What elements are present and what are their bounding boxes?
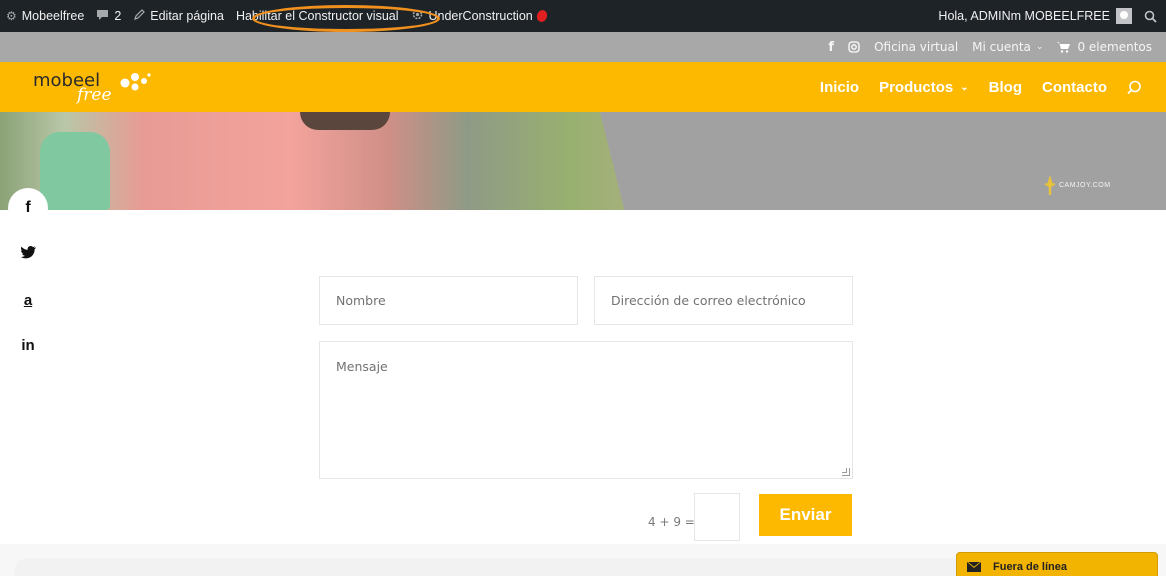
my-account-label: Mi cuenta [972,40,1031,54]
site-name-label: Mobeelfree [21,9,85,23]
site-logo[interactable]: mobeel free [33,68,153,106]
captcha-question: 4 + 9 = [648,515,695,529]
nav-search-button[interactable] [1127,80,1142,95]
chevron-down-icon: ⌄ [960,81,969,93]
chevron-down-icon: ⌄ [1035,42,1044,52]
cart-link[interactable]: 0 elementos [1057,40,1152,54]
nav-productos-label: Productos [879,78,954,96]
comments-count: 2 [114,9,122,23]
social-linkedin-button[interactable]: in [8,325,48,365]
comment-icon [96,9,109,24]
logo-script: free [77,85,112,105]
facebook-icon: f [25,199,31,216]
email-field[interactable]: Dirección de correo electrónico [594,276,853,325]
instagram-icon [848,41,860,53]
hero-photo [0,112,648,210]
social-twitter-button[interactable] [8,232,48,272]
under-construction-label: UnderConstruction [428,9,533,23]
main-nav: Inicio Productos ⌄ Blog Contacto [820,62,1142,112]
comments-link[interactable]: 2 [90,0,127,32]
logo-dots-icon [120,73,151,91]
site-name-link[interactable]: ⚙ Mobeelfree [0,0,90,32]
email-placeholder: Dirección de correo electrónico [611,293,806,308]
my-account-link[interactable]: Hola, ADMINm MOBEELFREE [932,0,1138,32]
admin-search-button[interactable] [1138,0,1166,32]
under-construction-link[interactable]: UnderConstruction [405,0,553,32]
avatar [1116,8,1132,24]
edit-page-link[interactable]: Editar página [127,0,230,32]
greeting-label: Hola, ADMINm MOBEELFREE [938,9,1110,23]
admin-account-area: Hola, ADMINm MOBEELFREE [932,0,1166,32]
submit-button[interactable]: Enviar [759,494,852,536]
camjoy-text: CAMJOY.COM [1059,181,1111,189]
name-placeholder: Nombre [336,293,386,308]
social-facebook-button[interactable]: f [8,188,48,228]
visual-builder-label: Habilitar el Constructor visual [235,9,399,23]
camjoy-watermark: CAMJOY.COM [1044,175,1111,195]
secondary-top-bar: f Oficina virtual Mi cuenta ⌄ 0 elemento… [0,32,1166,62]
visual-builder-link[interactable]: Habilitar el Constructor visual [230,0,405,32]
site-header: mobeel free Inicio Productos ⌄ Blog Cont… [0,62,1166,112]
message-field[interactable]: Mensaje [319,341,853,479]
offline-chat-tab[interactable]: Fuera de línea [956,552,1158,576]
camjoy-logo-icon [1044,175,1056,195]
pencil-icon [133,8,146,24]
nav-productos[interactable]: Productos ⌄ [879,79,969,96]
search-icon [1127,80,1141,94]
my-account-menu[interactable]: Mi cuenta ⌄ [972,40,1043,54]
hero-banner: CAMJOY.COM [0,112,1166,210]
nav-blog[interactable]: Blog [989,79,1022,96]
instagram-top-link[interactable] [848,41,860,53]
status-dot-icon [534,8,549,24]
amazon-icon: a [23,291,33,309]
social-amazon-button[interactable]: a [8,280,48,320]
chat-status-label: Fuera de línea [993,561,1067,573]
nav-contacto[interactable]: Contacto [1042,79,1107,96]
resize-handle-icon[interactable] [842,468,850,476]
name-field[interactable]: Nombre [319,276,578,325]
envelope-icon [967,562,981,572]
edit-page-label: Editar página [150,9,224,23]
linkedin-icon: in [21,336,35,354]
cart-label: 0 elementos [1077,40,1152,54]
captcha-input[interactable] [694,493,740,541]
cart-icon [1057,42,1071,53]
gear-icon [411,8,424,24]
wp-admin-bar: ⚙ Mobeelfree 2 Editar página Habilitar e… [0,0,1166,32]
dashboard-icon: ⚙ [6,9,17,23]
facebook-top-link[interactable]: f [828,40,834,55]
virtual-office-link[interactable]: Oficina virtual [874,40,958,54]
twitter-icon [20,245,36,258]
message-placeholder: Mensaje [336,359,388,374]
search-icon [1144,10,1157,23]
nav-inicio[interactable]: Inicio [820,79,859,96]
